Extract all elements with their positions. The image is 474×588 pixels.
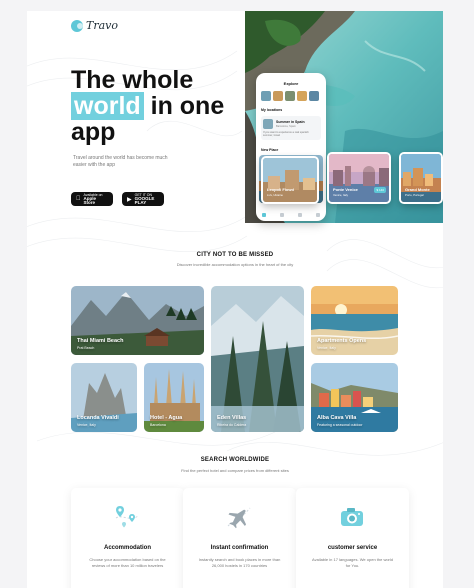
phone-thumb[interactable]	[297, 91, 307, 101]
feature-title: Instant confirmation	[210, 545, 269, 551]
gallery-tile-2[interactable]: Eden Villas Ribeira do Caldera	[211, 286, 304, 432]
search-section-title: SEARCH WORLDWIDE	[200, 457, 270, 463]
feature-card-customer-service: customer service Available in 17 languag…	[296, 488, 409, 588]
phone-new-place-label: New Place	[261, 148, 279, 152]
phone-title: Explore	[283, 81, 299, 86]
phone-thumbnails	[261, 91, 319, 101]
nav-home-icon[interactable]	[262, 213, 266, 217]
phone-thumb[interactable]	[273, 91, 283, 101]
city-section-title: CITY NOT TO BE MISSED	[196, 252, 274, 258]
logo-icon	[71, 19, 83, 32]
nav-heart-icon[interactable]	[298, 213, 302, 217]
phone-bottom-nav	[262, 213, 320, 217]
phone-thumb[interactable]	[285, 91, 295, 101]
nav-search-icon[interactable]	[280, 213, 284, 217]
gallery-tile-3[interactable]: Apartments Opens Venice, Italy	[311, 286, 398, 355]
floating-card-2-price: $ 140	[374, 187, 386, 193]
hero-title-line3: app	[71, 118, 116, 146]
gallery-tile-2-location: Ribeira do Caldera	[217, 423, 247, 427]
google-play-button[interactable]: ▶ GET IT ON GOOGLE PLAY	[122, 192, 164, 206]
feature-title: Accommodation	[103, 545, 151, 551]
gallery-tile-4-location: Venice, Italy	[77, 423, 96, 427]
floating-card-3[interactable]: Grand Monte Porto, Portugal	[399, 152, 443, 204]
gallery-tile-3-name: Apartments Opens	[317, 338, 367, 344]
gallery-tile-1-location: Prat Beach	[77, 346, 95, 350]
apple-icon: 	[76, 196, 81, 202]
floating-card-1-name: Leopoli Flowd	[267, 187, 294, 192]
floating-card-2-location: Venice, Italy	[333, 193, 349, 197]
phone-my-locations-label: My locations	[261, 108, 283, 112]
search-section-subtitle: Find the perfect hotel and compare price…	[181, 468, 289, 473]
gallery-tile-1[interactable]: Thai Miami Beach Prat Beach	[71, 286, 204, 355]
gallery-tile-4-name: Locanda Vivaldi	[77, 415, 119, 421]
gallery-tile-5-location: Barcelona	[150, 423, 166, 427]
landing-page: Travo The whole world in one app Travel …	[27, 11, 443, 588]
nav-profile-icon[interactable]	[316, 213, 320, 217]
floating-card-1-location: Lviv, Ukraine	[267, 193, 283, 197]
phone-card-image	[263, 119, 273, 129]
feature-card-accommodation: Accommodation Choose your accommodation …	[71, 488, 184, 588]
hero-title: The whole world in one app	[71, 67, 224, 145]
airplane-icon	[227, 507, 251, 529]
phone-thumb[interactable]	[309, 91, 319, 101]
hero-subtitle: Travel around the world has become much …	[73, 155, 168, 168]
gallery-tile-4[interactable]: Locanda Vivaldi Venice, Italy	[71, 363, 137, 432]
app-store-label: Apple Store	[79, 196, 105, 205]
phone-card-subtitle: Barcelona, Spain	[276, 125, 296, 128]
phone-location-card[interactable]: Summer in Spain Barcelona, Spain If you …	[261, 116, 321, 140]
hero-title-line2: in one	[150, 92, 225, 120]
app-store-button[interactable]:  Available onApple Store	[71, 192, 113, 206]
feature-card-instant-confirmation: Instant confirmation Instantly search an…	[183, 488, 296, 588]
gallery-tile-2-name: Eden Villas	[217, 415, 247, 421]
gallery-tile-6-location: Featuring a seasonal outdoor	[317, 423, 363, 427]
floating-card-3-location: Porto, Portugal	[405, 193, 424, 197]
google-play-label: GOOGLE PLAY	[134, 196, 155, 205]
floating-card-1[interactable]: Leopoli Flowd Lviv, Ukraine	[261, 156, 319, 204]
feature-title: customer service	[327, 545, 378, 551]
hero-title-line1: The whole	[71, 66, 194, 94]
gallery-tile-6[interactable]: Alba Cava Villa Featuring a seasonal out…	[311, 363, 398, 432]
map-pin-icon	[115, 506, 139, 528]
brand-logo[interactable]: Travo	[71, 19, 118, 32]
brand-name: Travo	[86, 19, 118, 32]
floating-card-3-name: Grand Monte	[405, 187, 430, 192]
phone-thumb[interactable]	[261, 91, 271, 101]
phone-card-title: Summer in Spain	[276, 120, 305, 124]
feature-description: Instantly search and book places in more…	[198, 557, 281, 568]
gallery-tile-1-name: Thai Miami Beach	[77, 338, 124, 344]
gallery-tile-6-name: Alba Cava Villa	[317, 415, 357, 421]
hero-title-highlight: world	[71, 92, 144, 120]
gallery-tile-3-location: Venice, Italy	[317, 346, 336, 350]
phone-card-description: If you want to experience a real spanish…	[263, 131, 309, 137]
camera-icon	[341, 508, 363, 526]
city-section-subtitle: Discover incredible accommodation option…	[176, 262, 294, 267]
play-icon: ▶	[127, 196, 132, 203]
gallery-tile-5-name: Hotel - Agua	[150, 415, 183, 421]
floating-card-2-name: Ponte Venice	[333, 187, 358, 192]
feature-description: Available in 17 languages. We open the w…	[311, 557, 394, 568]
gallery-tile-5[interactable]: Hotel - Agua Barcelona	[144, 363, 204, 432]
floating-card-2[interactable]: Ponte Venice $ 140 Venice, Italy	[327, 152, 391, 204]
feature-description: Choose your accommodation based on the r…	[89, 557, 166, 568]
